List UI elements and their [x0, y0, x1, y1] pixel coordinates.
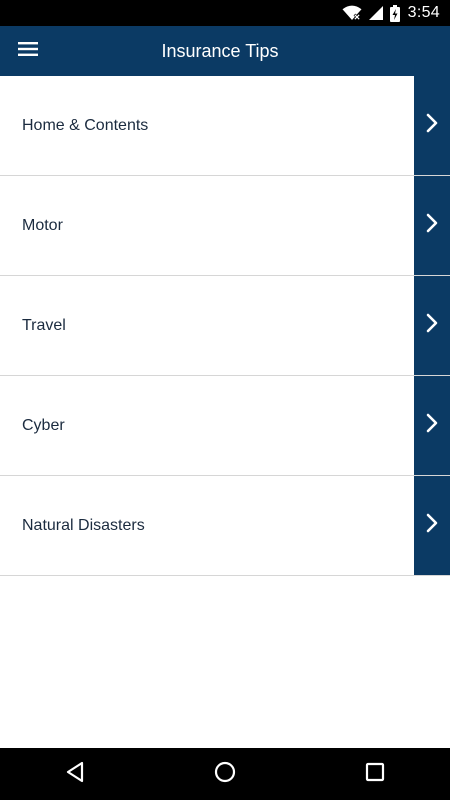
- list-item-label: Motor: [0, 176, 414, 275]
- list-item-label: Cyber: [0, 376, 414, 475]
- status-time: 3:54: [407, 4, 440, 21]
- list-item-label: Natural Disasters: [0, 476, 414, 575]
- signal-icon: [368, 5, 384, 21]
- page-title: Insurance Tips: [161, 41, 279, 61]
- app-bar: Insurance Tips: [0, 26, 450, 76]
- home-icon: [214, 761, 236, 788]
- list-item-chevron-button[interactable]: [414, 176, 450, 275]
- insurance-tips-list: Home & Contents Motor Travel Cyber Natur…: [0, 76, 450, 576]
- list-item-chevron-button[interactable]: [414, 476, 450, 575]
- home-button[interactable]: [195, 748, 255, 800]
- hamburger-menu-icon: [18, 41, 38, 62]
- chevron-right-icon: [426, 513, 438, 538]
- chevron-right-icon: [426, 313, 438, 338]
- list-item-chevron-button[interactable]: [414, 76, 450, 175]
- back-icon: [65, 761, 85, 788]
- list-item-label: Home & Contents: [0, 76, 414, 175]
- list-item-chevron-button[interactable]: [414, 276, 450, 375]
- back-button[interactable]: [45, 748, 105, 800]
- chevron-right-icon: [426, 213, 438, 238]
- battery-charging-icon: [389, 4, 400, 22]
- list-item-travel[interactable]: Travel: [0, 276, 450, 376]
- list-item-home-contents[interactable]: Home & Contents: [0, 76, 450, 176]
- list-item-natural-disasters[interactable]: Natural Disasters: [0, 476, 450, 576]
- screen: 3:54 Insurance Tips Home & Contents Moto…: [0, 0, 450, 800]
- list-item-label: Travel: [0, 276, 414, 375]
- chevron-right-icon: [426, 413, 438, 438]
- list-item-cyber[interactable]: Cyber: [0, 376, 450, 476]
- system-nav-bar: [0, 748, 450, 800]
- menu-button[interactable]: [8, 31, 48, 71]
- recents-button[interactable]: [345, 748, 405, 800]
- chevron-right-icon: [426, 113, 438, 138]
- status-bar: 3:54: [0, 0, 450, 26]
- list-item-motor[interactable]: Motor: [0, 176, 450, 276]
- recents-icon: [365, 762, 385, 787]
- list-item-chevron-button[interactable]: [414, 376, 450, 475]
- wifi-icon: [342, 5, 362, 21]
